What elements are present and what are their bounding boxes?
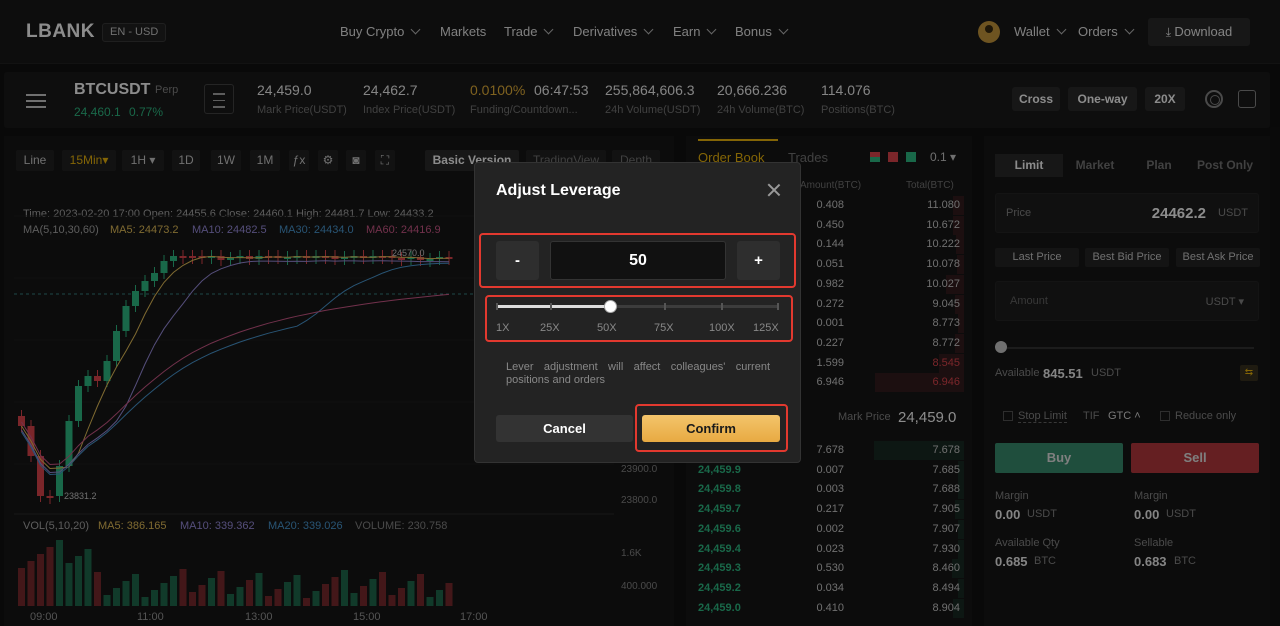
slider-label[interactable]: 125X (753, 322, 779, 334)
slider-tick (721, 303, 723, 310)
highlight-leverage-slider (485, 295, 793, 342)
slider-label[interactable]: 1X (496, 322, 509, 334)
slider-label[interactable]: 75X (654, 322, 674, 334)
slider-tick (664, 303, 666, 310)
slider-label[interactable]: 25X (540, 322, 560, 334)
leverage-slider-thumb[interactable] (603, 300, 617, 313)
slider-tick (496, 303, 498, 310)
confirm-button[interactable]: Confirm (642, 415, 780, 442)
slider-label[interactable]: 50X (597, 322, 617, 334)
leverage-input[interactable]: 50 (550, 241, 726, 280)
slider-label[interactable]: 100X (709, 322, 735, 334)
cancel-button[interactable]: Cancel (496, 415, 633, 442)
slider-tick (550, 303, 552, 310)
increase-leverage-button[interactable]: + (737, 241, 780, 280)
leverage-warning-note: Lever adjustment will affect colleagues'… (506, 361, 770, 386)
leverage-slider-fill (497, 305, 610, 308)
slider-tick (777, 303, 779, 310)
close-icon[interactable] (765, 181, 783, 199)
dialog-title: Adjust Leverage (496, 182, 621, 199)
decrease-leverage-button[interactable]: - (496, 241, 539, 280)
